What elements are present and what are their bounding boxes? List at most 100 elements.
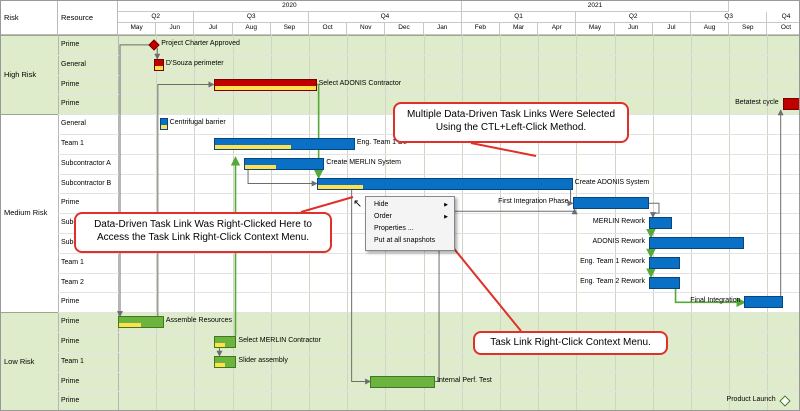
callout-multiple-links-text: Multiple Data-Driven Task Links Were Sel… <box>406 109 616 133</box>
resource-label: Prime <box>61 100 80 108</box>
risk-assessment-column-header[interactable]: Risk Assessment <box>1 1 58 56</box>
row-gridline <box>58 173 799 175</box>
task-label[interactable]: Betatest cycle <box>735 99 779 106</box>
menu-item-hide[interactable]: Hide ▶ <box>366 199 454 211</box>
task-link[interactable] <box>648 202 660 219</box>
menu-item-properties-label: Properties ... <box>374 225 414 232</box>
task-bar-blue[interactable] <box>744 296 783 309</box>
task-bar-blue[interactable] <box>244 157 325 170</box>
task-bar-blue[interactable] <box>572 197 649 210</box>
resource-label: General <box>61 120 86 128</box>
task-bar-blue[interactable] <box>316 177 573 190</box>
menu-item-put-at-all-snapshots[interactable]: Put at all snapshots <box>366 235 454 247</box>
month-header-cell: Jul <box>652 23 691 35</box>
task-label[interactable]: Assemble Resources <box>166 317 232 324</box>
task-progress-fill <box>155 65 163 70</box>
task-bar-blue[interactable] <box>648 256 680 269</box>
quarter-header-cell: Q2 <box>576 12 691 23</box>
task-label[interactable]: Eng. Team 2 Rework <box>580 278 645 285</box>
task-label[interactable]: Internal Perf. Test <box>437 377 492 384</box>
month-header-cell: Jun <box>156 23 195 35</box>
task-label[interactable]: Project Charter Approved <box>161 40 240 47</box>
row-gridline <box>58 351 799 353</box>
month-header-cell: Feb <box>461 23 500 35</box>
quarter-header-cell: Q4 <box>767 12 799 23</box>
month-gridline <box>729 35 731 410</box>
task-progress-fill <box>214 144 292 149</box>
task-bar-blue[interactable] <box>648 276 680 289</box>
resource-label: Prime <box>61 80 80 88</box>
resource-label: General <box>61 60 86 68</box>
month-gridline <box>691 35 692 410</box>
resource-label: Prime <box>61 337 80 345</box>
quarter-header-cell: Q3 <box>691 12 768 23</box>
task-label[interactable]: First Integration Phase <box>498 198 568 205</box>
row-gridline <box>58 292 799 294</box>
task-bar-green[interactable] <box>118 316 164 329</box>
month-header-cell: Oct <box>767 23 799 35</box>
task-bar-red[interactable] <box>213 78 317 91</box>
task-label[interactable]: Create MERLIN System <box>326 159 401 166</box>
task-label[interactable]: Product Launch <box>727 396 776 403</box>
task-label[interactable]: Select MERLIN Contractor <box>238 337 320 344</box>
row-gridline <box>58 193 799 195</box>
task-label[interactable]: Create ADONIS System <box>575 179 650 186</box>
risk-column-divider <box>58 35 59 410</box>
menu-item-properties[interactable]: Properties ... <box>366 223 454 235</box>
month-header-cell: Sep <box>270 23 309 35</box>
menu-item-put-at-all-snapshots-label: Put at all snapshots <box>374 237 436 244</box>
risk-group-separator <box>1 35 799 36</box>
task-link[interactable] <box>247 169 318 187</box>
resource-label: Prime <box>61 298 80 306</box>
task-bar-red[interactable] <box>154 58 164 71</box>
callout-context-menu: Task Link Right-Click Context Menu. <box>473 331 668 355</box>
quarter-header-cell: Q2 <box>118 12 195 23</box>
menu-item-hide-label: Hide <box>374 201 389 208</box>
month-gridline <box>461 35 463 410</box>
menu-item-order[interactable]: Order ▶ <box>366 211 454 223</box>
gantt-chart-window: Risk Assessment Resource 20202021Q2Q3Q4Q… <box>0 0 800 411</box>
resource-label: Team 2 <box>61 278 84 286</box>
resource-label: Team 1 <box>61 357 84 365</box>
task-label[interactable]: Select ADONIS Contractor <box>319 80 401 87</box>
month-header-cell: Aug <box>691 23 730 35</box>
task-label[interactable]: D'Souza perimeter <box>166 60 224 67</box>
task-progress-fill <box>214 85 316 90</box>
month-header-cell: Jan <box>423 23 462 35</box>
row-gridline <box>58 312 799 314</box>
row-gridline <box>58 332 799 333</box>
mouse-cursor-icon: ↖ <box>353 198 363 210</box>
resource-column-header[interactable]: Resource <box>58 1 118 35</box>
task-label[interactable]: Slider assembly <box>238 357 287 364</box>
risk-group-label: Low Risk <box>4 356 35 366</box>
task-bar-blue[interactable] <box>213 137 355 150</box>
task-label[interactable]: Centrifugal barrier <box>170 119 226 126</box>
callout-right-click: Data-Driven Task Link Was Right-Clicked … <box>74 212 332 253</box>
task-label[interactable]: ADONIS Rework <box>592 238 645 245</box>
task-label[interactable]: Final Integration <box>690 297 740 304</box>
year-header-cell: 2021 <box>461 1 730 12</box>
task-bar-green[interactable] <box>213 335 237 348</box>
row-gridline <box>58 54 799 56</box>
task-bar-green[interactable] <box>213 355 237 368</box>
resource-label: Prime <box>61 318 80 326</box>
submenu-arrow-icon: ▶ <box>444 214 448 220</box>
task-bar-green[interactable] <box>370 375 436 388</box>
task-progress-fill <box>317 184 364 189</box>
task-progress-fill <box>214 342 225 347</box>
month-header-cell: May <box>576 23 615 35</box>
task-label[interactable]: MERLIN Rework <box>593 218 645 225</box>
resource-label: Prime <box>61 397 80 405</box>
month-header-cell: Jul <box>194 23 233 35</box>
resource-label: Prime <box>61 40 80 48</box>
risk-group-label: Medium Risk <box>4 208 48 218</box>
task-label[interactable]: Eng. Team 1 Rework <box>580 258 645 265</box>
task-bar-blue[interactable] <box>648 236 745 249</box>
task-bar-blue[interactable] <box>648 217 672 230</box>
resource-label: Subcontractor A <box>61 159 111 167</box>
task-bar-red[interactable] <box>782 98 799 111</box>
task-progress-fill <box>214 362 225 367</box>
task-bar-blue[interactable] <box>160 118 168 131</box>
quarter-header-cell: Q4 <box>309 12 462 23</box>
month-header-cell: Mar <box>500 23 539 35</box>
